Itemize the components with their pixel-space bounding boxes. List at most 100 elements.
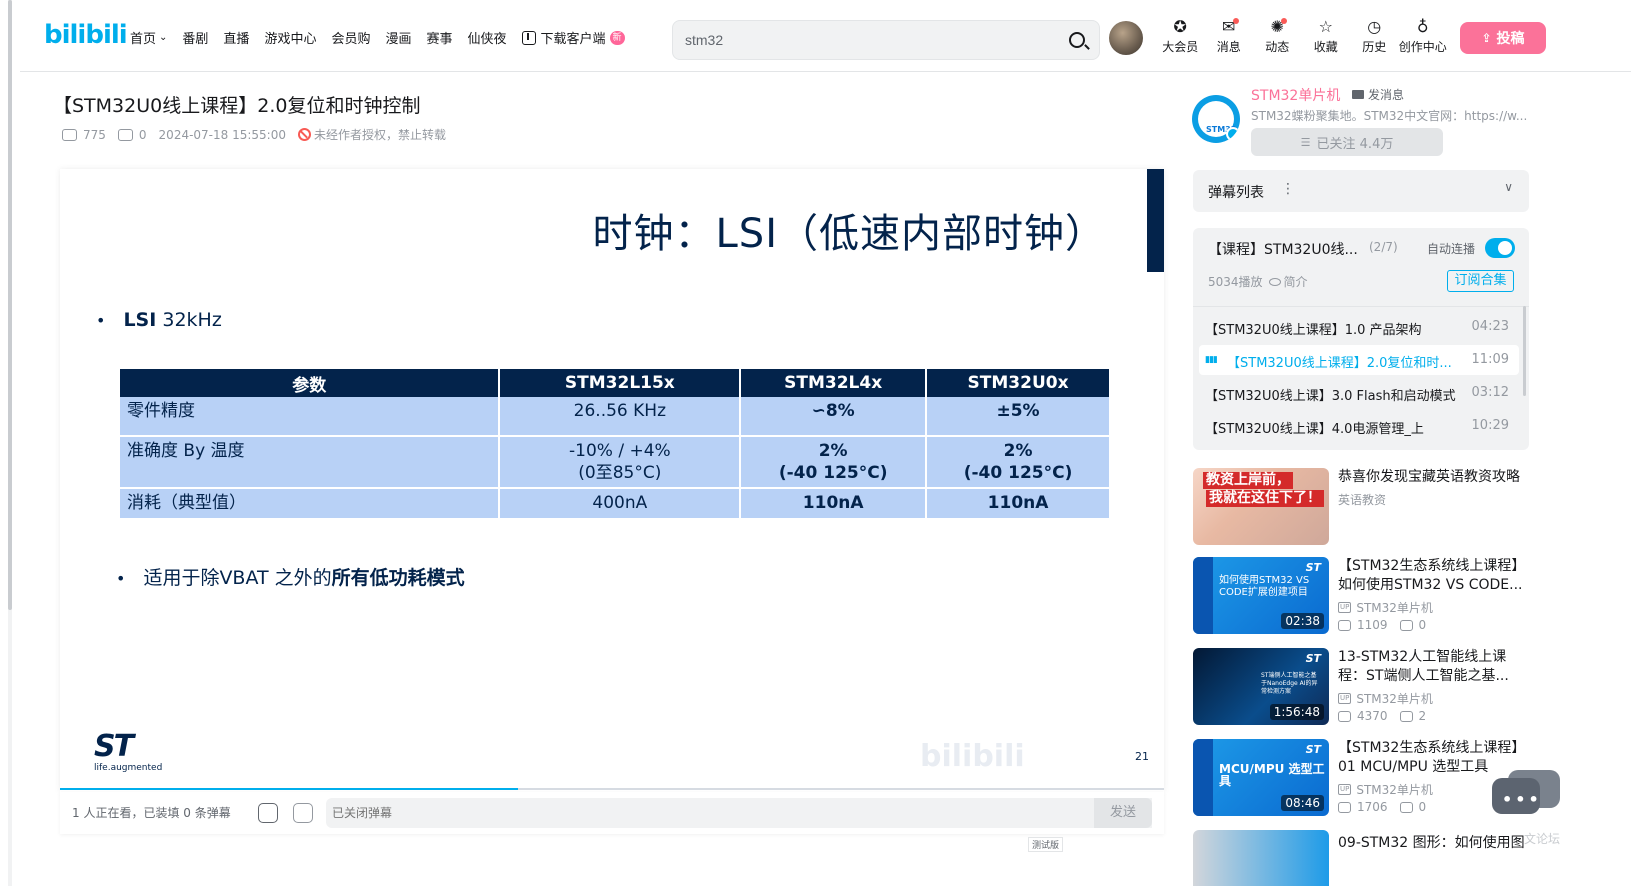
recommend-thumbnail[interactable]: ST MCU/MPU 选型工具 08:46 xyxy=(1193,739,1329,816)
upload-icon: ⇪ xyxy=(1481,31,1492,45)
forbidden-icon xyxy=(298,128,311,141)
playlist-stats: 5034播放 简介 xyxy=(1208,273,1308,290)
danmaku-icon xyxy=(1399,710,1413,722)
nav-home[interactable]: 首页 ⌄ xyxy=(130,28,167,47)
slide-accent-bar xyxy=(1147,169,1164,272)
upload-button[interactable]: ⇪ 投稿 xyxy=(1460,22,1546,54)
danmaku-bar: 1 人正在看，已装填 0 条弹幕 发送 xyxy=(60,792,1164,834)
video-duration: 02:38 xyxy=(1281,613,1324,629)
autoplay-label: 自动连播 xyxy=(1427,242,1476,256)
follow-button[interactable]: ☰ 已关注 4.4万 xyxy=(1251,128,1443,156)
danmaku-send-button[interactable]: 发送 xyxy=(1094,798,1152,828)
video-duration: 08:46 xyxy=(1281,795,1324,811)
nav-history[interactable]: ◷ 历史 xyxy=(1350,18,1399,55)
recommend-author[interactable]: UP STM32单片机 xyxy=(1338,690,1433,707)
table-header-row: 参数 STM32L15x STM32L4x STM32U0x xyxy=(120,369,1111,397)
uploader-avatar[interactable]: STM32 xyxy=(1192,95,1240,143)
progress-bar[interactable] xyxy=(60,788,1164,790)
recommend-card[interactable]: ST 如何使用STM32 VS CODE扩展创建项目 02:38 【STM32生… xyxy=(1193,557,1533,635)
page-scrollbar-thumb[interactable] xyxy=(8,0,12,610)
recommend-stats: 1706 0 xyxy=(1338,800,1426,814)
playlist-title[interactable]: 【课程】STM32U0线... xyxy=(1208,239,1358,259)
nav-download-client[interactable]: 下载客户端新 xyxy=(521,28,625,47)
playlist-scrollbar[interactable] xyxy=(1523,306,1526,396)
recommend-card[interactable]: ST MCU/MPU 选型工具 08:46 【STM32生态系统线上课程】01 … xyxy=(1193,739,1533,817)
nav-game-center[interactable]: 游戏中心 xyxy=(264,28,316,47)
nav-creator-center[interactable]: ♁ 创作中心 xyxy=(1399,18,1448,55)
nav-manga[interactable]: 漫画 xyxy=(385,28,411,47)
verified-icon xyxy=(1226,127,1240,141)
nav-vip[interactable]: ✪ 大会员 xyxy=(1156,18,1205,55)
nav-dynamic[interactable]: ✺ 动态 xyxy=(1253,18,1302,55)
page-scrollbar[interactable] xyxy=(8,0,12,886)
recommend-author[interactable]: UP STM32单片机 xyxy=(1338,599,1433,616)
recommend-title[interactable]: 【STM32生态系统线上课程】如何使用STM32 VS CODE... xyxy=(1338,557,1530,595)
slide-bullet-1: • LSI 32kHz xyxy=(96,309,222,331)
nav-live[interactable]: 直播 xyxy=(223,28,249,47)
nav-mall[interactable]: 会员购 xyxy=(331,28,370,47)
search-icon[interactable] xyxy=(1069,32,1085,48)
recommend-thumbnail[interactable]: ST ST端侧人工智能之基于NanoEdge AI的异常检测方案 1:56:48 xyxy=(1193,648,1329,725)
recommend-card[interactable]: 09-STM32 图形：如何使用图 xyxy=(1193,830,1533,886)
danmaku-settings-icon[interactable] xyxy=(293,803,313,823)
bilibili-logo[interactable]: bilibili xyxy=(44,20,128,54)
danmaku-toggle-icon[interactable] xyxy=(258,803,278,823)
st-logo: ST xyxy=(1305,652,1321,665)
nav-xianxia[interactable]: 仙侠夜 xyxy=(468,28,507,47)
star-icon: ☆ xyxy=(1318,17,1333,36)
more-icon[interactable]: ⋮ xyxy=(1281,181,1295,197)
chevron-down-icon: ⌄ xyxy=(159,32,168,43)
table-header: STM32L4x xyxy=(740,369,928,397)
st-logo: ST xyxy=(1305,743,1321,756)
user-avatar[interactable] xyxy=(1109,21,1143,55)
table-header: 参数 xyxy=(120,369,501,397)
recommend-thumbnail[interactable]: ST 如何使用STM32 VS CODE扩展创建项目 02:38 xyxy=(1193,557,1329,634)
table-header: STM32U0x xyxy=(926,369,1111,397)
recommend-card[interactable]: ST ST端侧人工智能之基于NanoEdge AI的异常检测方案 1:56:48… xyxy=(1193,648,1533,726)
watching-count: 1 人正在看，已装填 0 条弹幕 xyxy=(72,806,231,820)
recommend-title[interactable]: 13-STM32人工智能线上课程：ST端侧人工智能之基... xyxy=(1338,648,1530,686)
table-header: STM32L15x xyxy=(499,369,742,397)
recommend-thumbnail[interactable] xyxy=(1193,830,1329,886)
subscribe-collection-button[interactable]: 订阅合集 xyxy=(1447,270,1514,292)
video-meta: 775 0 2024-07-18 15:55:00 未经作者授权，禁止转载 xyxy=(62,126,446,143)
nav-messages[interactable]: ✉ 消息 xyxy=(1205,18,1254,55)
main-nav: 首页 ⌄ 番剧 直播 游戏中心 会员购 漫画 赛事 仙侠夜 下载客户端新 xyxy=(130,28,640,47)
danmaku-list-title: 弹幕列表 xyxy=(1208,185,1264,201)
playlist-episode[interactable]: 【STM32U0线上课】4.0电源管理_上 10:29 xyxy=(1199,411,1519,441)
up-icon: UP xyxy=(1338,693,1352,704)
danmaku-list-panel[interactable]: 弹幕列表 ⋮ ∨ xyxy=(1193,170,1529,212)
playlist-episode[interactable]: 【STM32U0线上课】3.0 Flash和启动模式 03:12 xyxy=(1199,378,1519,408)
slide-page-number: 21 xyxy=(1135,750,1149,763)
playlist-panel: 【课程】STM32U0线... (2/7) 自动连播 5034播放 简介 订阅合集… xyxy=(1193,228,1529,450)
nav-esports[interactable]: 赛事 xyxy=(426,28,452,47)
recommend-title[interactable]: 恭喜你发现宝藏英语教资攻略 xyxy=(1338,468,1530,487)
vip-icon: ✪ xyxy=(1173,17,1187,36)
danmaku-input[interactable] xyxy=(326,798,1152,828)
recommend-author[interactable]: 英语教资 xyxy=(1338,491,1386,508)
eye-icon xyxy=(1268,277,1281,286)
autoplay-toggle[interactable] xyxy=(1485,238,1515,258)
nav-anime[interactable]: 番剧 xyxy=(182,28,208,47)
search-input[interactable] xyxy=(685,30,1045,50)
clock-icon: ◷ xyxy=(1367,17,1382,36)
intro-link[interactable]: 简介 xyxy=(1284,273,1308,290)
recommend-card[interactable]: 教资上岸前， 我就在这住下了！ 恭喜你发现宝藏英语教资攻略 英语教资 xyxy=(1193,468,1533,546)
send-message-link[interactable]: 发消息 xyxy=(1352,86,1404,103)
chat-float-button[interactable]: ••• xyxy=(1492,770,1562,826)
download-icon xyxy=(521,30,536,45)
nav-favorites[interactable]: ☆ 收藏 xyxy=(1302,18,1351,55)
uploader-name[interactable]: STM32单片机 xyxy=(1251,85,1340,105)
playlist-episode[interactable]: 【STM32U0线上课程】1.0 产品架构 04:23 xyxy=(1199,312,1519,342)
table-row: 零件精度 26..56 KHz ∽8% ±5% xyxy=(120,397,1111,437)
chevron-down-icon[interactable]: ∨ xyxy=(1504,180,1513,194)
video-player[interactable]: 时钟：LSI（低速内部时钟） • LSI 32kHz 参数 STM32L15x S… xyxy=(60,169,1164,792)
playlist-episode-active[interactable]: ▮▮▮ 【STM32U0线上课程】2.0复位和时... 11:09 xyxy=(1199,345,1519,375)
video-duration: 1:56:48 xyxy=(1269,704,1324,720)
recommend-author[interactable]: UP STM32单片机 xyxy=(1338,781,1433,798)
recommend-title[interactable]: 09-STM32 图形：如何使用图 xyxy=(1338,832,1525,852)
chat-icon: ••• xyxy=(1502,790,1542,809)
play-count: 775 xyxy=(83,127,106,142)
slide-bullet-2: • 适用于除VBAT 之外的所有低功耗模式 xyxy=(116,567,465,589)
recommend-thumbnail[interactable]: 教资上岸前， 我就在这住下了！ xyxy=(1193,468,1329,545)
